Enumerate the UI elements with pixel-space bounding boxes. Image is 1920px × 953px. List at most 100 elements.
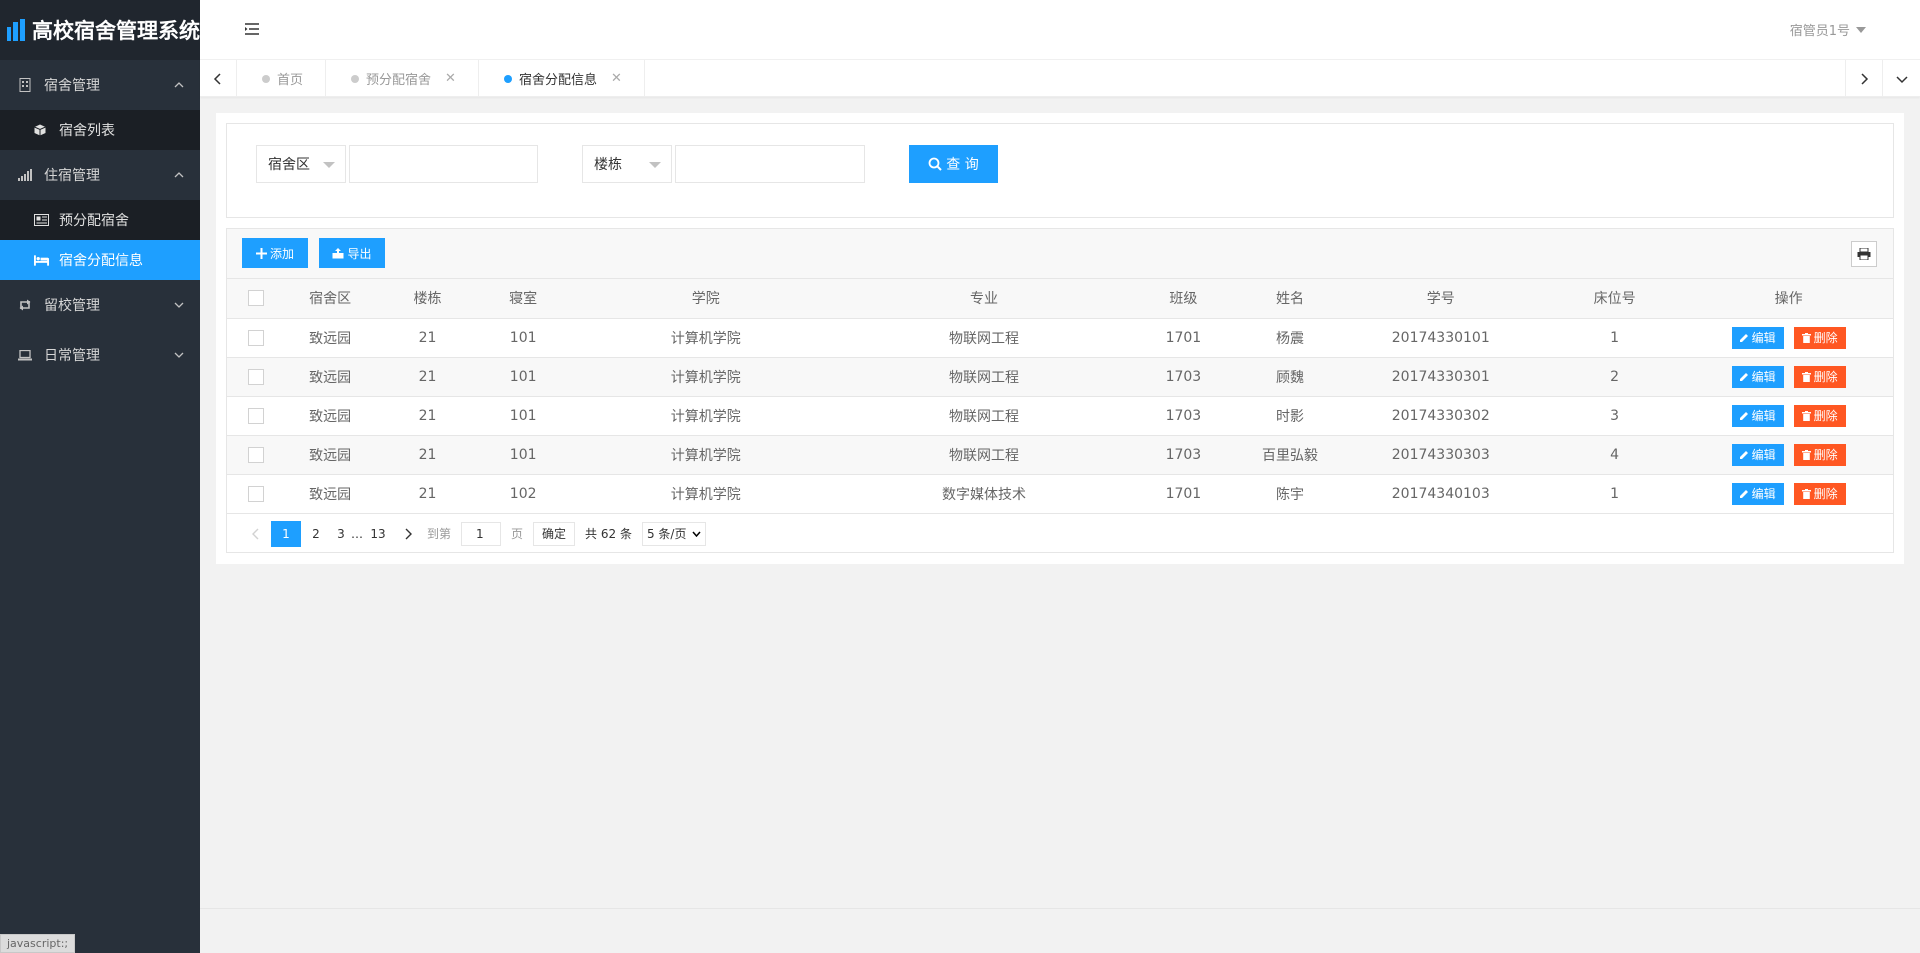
nav-head-lodging-management[interactable]: 住宿管理 [0,150,200,200]
delete-button[interactable]: 删除 [1793,365,1846,388]
pencil-icon [1739,334,1748,342]
page-2-button[interactable]: 2 [301,521,331,547]
trash-icon [1801,371,1811,382]
export-button[interactable]: 导出 [319,238,385,268]
export-button-label: 导出 [347,246,372,261]
building-input[interactable] [675,145,865,183]
table-cell: 21 [375,396,480,436]
tab-close-icon[interactable]: ✕ [611,71,622,86]
edit-button[interactable]: 编辑 [1731,326,1784,349]
edit-button[interactable]: 编辑 [1731,482,1784,505]
print-button[interactable] [1851,241,1877,267]
nav-head-daily-management[interactable]: 日常管理 [0,330,200,380]
row-checkbox[interactable] [247,485,264,502]
table-cell: 1701 [1123,318,1244,358]
tab-allocation-info[interactable]: 宿舍分配信息 ✕ [479,60,645,97]
pencil-icon [1739,451,1748,459]
table-cell: 致远园 [284,396,376,436]
signal-icon [18,168,32,182]
nav-head-stay-management[interactable]: 留校管理 [0,280,200,330]
table-row: 致远园 21 101 计算机学院 物联网工程 1701 杨震 20174330101 1 编辑 删除 [227,318,1893,358]
delete-button[interactable]: 删除 [1793,326,1846,349]
table-cell: 1703 [1123,396,1244,436]
plus-icon [255,247,267,259]
column-header[interactable]: 床位号 [1545,279,1685,319]
tabs-scroll-left-button[interactable] [200,60,237,97]
row-checkbox[interactable] [247,407,264,424]
table-cell: 顾魏 [1243,357,1337,397]
select-all-checkbox[interactable] [247,290,264,307]
trash-icon [1801,410,1811,421]
search-button[interactable]: 查 询 [909,145,998,183]
column-header[interactable]: 班级 [1123,279,1244,319]
row-checkbox[interactable] [247,446,264,463]
column-header[interactable]: 楼栋 [375,279,480,319]
table-cell: 20174330303 [1336,435,1546,475]
tab-label: 宿舍分配信息 [518,73,597,88]
table-cell: 20174330101 [1336,318,1546,358]
column-header[interactable]: 宿舍区 [284,279,376,319]
table-cell: 1703 [1123,435,1244,475]
retweet-icon [18,298,32,312]
chevron-down-icon [174,352,184,358]
building-select[interactable]: 楼栋 [582,145,672,183]
tab-close-icon[interactable]: ✕ [445,71,456,86]
column-header[interactable]: 学院 [566,279,845,319]
tabs-scroll-right-button[interactable] [1845,60,1882,97]
chevron-left-icon [252,528,259,539]
goto-confirm-button[interactable]: 确定 [533,521,576,546]
sidebar-item-pre-allocate[interactable]: 预分配宿舍 [0,200,200,240]
menu-toggle-icon[interactable] [245,22,259,36]
tabs-bar: 首页 预分配宿舍 ✕ 宿舍分配信息 ✕ [200,60,1920,97]
nav-group-daily: 日常管理 [0,330,200,380]
page-3-button[interactable]: 3 [331,521,351,547]
edit-button-label: 编辑 [1751,331,1776,345]
edit-button[interactable]: 编辑 [1731,404,1784,427]
edit-button[interactable]: 编辑 [1731,365,1784,388]
area-input[interactable] [349,145,538,183]
row-checkbox[interactable] [247,329,264,346]
user-menu[interactable]: 宿管员1号 [1790,20,1866,39]
delete-button[interactable]: 删除 [1793,443,1846,466]
row-select-cell [227,435,285,475]
tab-label: 预分配宿舍 [366,73,432,88]
column-header[interactable]: 姓名 [1243,279,1337,319]
table-cell: 陈宇 [1243,474,1337,514]
delete-button[interactable]: 删除 [1793,482,1846,505]
tab-pre-allocate[interactable]: 预分配宿舍 ✕ [326,60,479,97]
tab-home[interactable]: 首页 [237,60,327,97]
column-header[interactable]: 专业 [844,279,1124,319]
goto-page-input[interactable]: 1 [461,521,502,546]
top-header: 宿管员1号 [200,0,1920,60]
edit-button[interactable]: 编辑 [1731,443,1784,466]
area-select[interactable]: 宿舍区 [256,145,346,183]
table-cell: 物联网工程 [844,357,1124,397]
table-cell: 20174330302 [1336,396,1546,436]
user-name: 宿管员1号 [1789,24,1850,39]
column-header[interactable]: 学号 [1336,279,1546,319]
trash-icon [1801,332,1811,343]
tabs-menu-button[interactable] [1882,60,1920,97]
sidebar-item-label: 预分配宿舍 [59,213,129,229]
chevron-up-icon [174,82,184,88]
table-cell: 计算机学院 [566,474,845,514]
chevron-right-icon [1861,72,1869,85]
sidebar-item-dorm-list[interactable]: 宿舍列表 [0,110,200,150]
page-1-button[interactable]: 1 [271,520,301,547]
prev-page-button[interactable] [241,521,271,547]
column-header[interactable]: 寝室 [479,279,567,319]
row-select-cell [227,396,285,436]
page-size-select[interactable]: 5 条/页 [641,521,707,546]
page-last-button[interactable]: 13 [363,521,393,547]
tab-dot [503,74,512,83]
sidebar-item-allocation-info[interactable]: 宿舍分配信息 [0,240,200,280]
chevron-down-icon [1895,75,1908,83]
table-cell: 致远园 [284,435,376,475]
next-page-button[interactable] [393,521,423,547]
table-cell: 致远园 [284,318,376,358]
nav-head-dorm-management[interactable]: 宿舍管理 [0,60,200,110]
nav-head-label: 住宿管理 [44,168,100,184]
delete-button[interactable]: 删除 [1793,404,1846,427]
row-checkbox[interactable] [247,368,264,385]
add-button[interactable]: 添加 [242,238,308,268]
